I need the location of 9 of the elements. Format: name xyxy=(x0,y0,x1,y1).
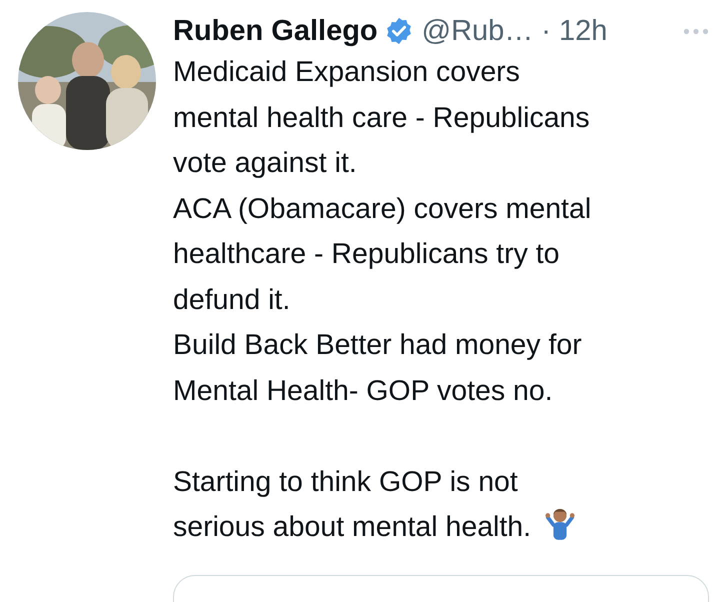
tweet-text: Starting to think GOP is not serious about mental health. xyxy=(173,414,709,550)
author-name[interactable]: Ruben Gallego xyxy=(173,14,378,48)
shrugging-person-icon xyxy=(545,506,576,540)
tweet-text: Medicaid Expansion covers mental health care - Republicans vote against it. xyxy=(173,55,591,181)
more-icon[interactable] xyxy=(683,28,709,34)
tweet-text: ACA (Obamacare) covers mental healthcare - Republicans try to defund it. xyxy=(173,192,592,318)
tweet-text: Build Back Better had money for Mental Health- GOP votes no. xyxy=(173,328,583,408)
tweet-time[interactable]: · 12h xyxy=(541,14,608,48)
author-handle[interactable]: @Rub… xyxy=(422,14,534,48)
